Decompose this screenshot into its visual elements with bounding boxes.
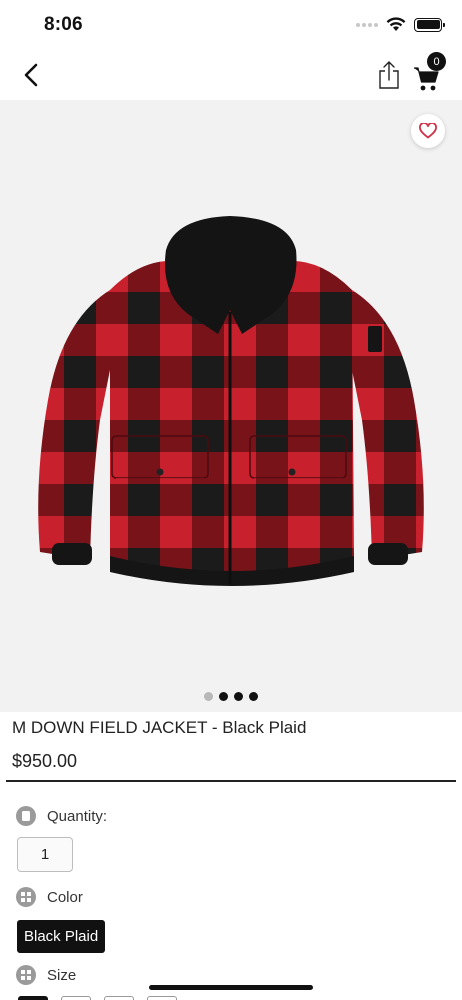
cellular-dots-icon: [356, 22, 378, 27]
share-button[interactable]: [374, 58, 404, 92]
status-icons: [356, 17, 445, 32]
color-label: Color: [47, 888, 83, 906]
quantity-row: Quantity:: [16, 806, 107, 826]
size-options: [18, 996, 177, 1000]
size-row: Size: [16, 965, 76, 985]
cart-button[interactable]: 0: [410, 52, 450, 94]
image-pager: [0, 692, 462, 701]
size-option[interactable]: [18, 996, 48, 1000]
product-image-carousel[interactable]: [0, 100, 462, 712]
quantity-label: Quantity:: [47, 807, 108, 825]
home-indicator: [149, 985, 313, 990]
color-option-black-plaid[interactable]: Black Plaid: [17, 920, 106, 953]
pager-dot[interactable]: [249, 692, 258, 701]
size-option[interactable]: [61, 996, 91, 1000]
pager-dot[interactable]: [219, 692, 228, 701]
heart-outline-icon: [419, 123, 437, 139]
color-row: Color: [16, 887, 83, 907]
pager-dot[interactable]: [234, 692, 243, 701]
quantity-field[interactable]: 1: [17, 837, 73, 872]
pager-dot[interactable]: [204, 692, 213, 701]
product-photo: [38, 216, 424, 586]
share-icon: [379, 61, 399, 89]
product-price: $950.00: [12, 751, 78, 771]
back-button[interactable]: [14, 58, 48, 92]
size-option[interactable]: [104, 996, 134, 1000]
quantity-icon: [16, 806, 36, 826]
product-title: M DOWN FIELD JACKET - Black Plaid: [12, 718, 307, 737]
divider: [6, 780, 456, 782]
status-time: 8:06: [44, 14, 83, 35]
battery-icon: [414, 17, 445, 32]
grid-icon: [16, 965, 36, 985]
wifi-icon: [386, 17, 406, 31]
nav-bar: 0: [0, 50, 462, 100]
size-label: Size: [47, 966, 77, 984]
grid-icon: [16, 887, 36, 907]
favorite-button[interactable]: [411, 114, 445, 148]
cart-count-badge: 0: [427, 52, 446, 71]
size-option[interactable]: [147, 996, 177, 1000]
status-bar: 8:06: [0, 0, 462, 50]
chevron-left-icon: [24, 63, 38, 87]
